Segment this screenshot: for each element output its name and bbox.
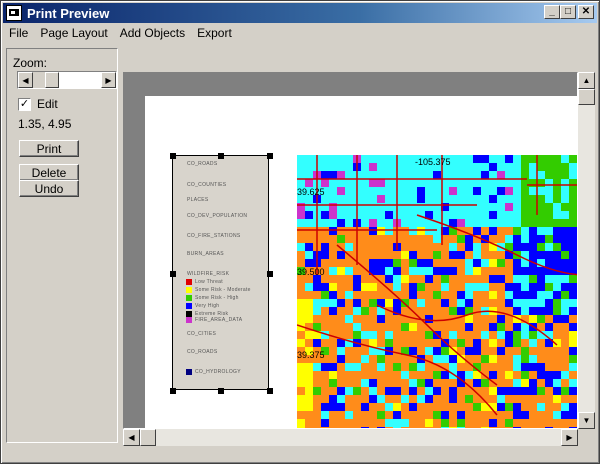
selection-handle[interactable]: [170, 153, 176, 159]
legend-entry: CO_ROADS: [187, 349, 218, 355]
map-coord-label: -105.375: [415, 157, 451, 167]
control-panel: Zoom: ◀ ▶ ✓ Edit 1.35, 4.95 Print Delete…: [6, 48, 118, 443]
delete-button[interactable]: Delete: [19, 164, 79, 181]
legend-entry: CO_ROADS: [187, 161, 218, 167]
legend-entry: CO_COUNTIES: [187, 182, 227, 188]
selection-handle[interactable]: [267, 271, 273, 277]
legend-entry: WILDFIRE_RISK: [187, 271, 230, 277]
edit-label: Edit: [37, 97, 58, 111]
legend-entry: CO_CITIES: [187, 331, 217, 337]
legend-entry: CO_HYDROLOGY: [195, 369, 241, 375]
edit-toggle[interactable]: ✓ Edit: [18, 97, 58, 111]
page-sheet: CO_ROADS CO_COUNTIES PLACES CO_DEV_POPULATI…: [145, 96, 577, 428]
legend-swatch: [186, 303, 192, 309]
legend-entry: BURN_AREAS: [187, 251, 224, 257]
map-coord-label: 39.375: [297, 350, 325, 360]
selection-handle[interactable]: [218, 388, 224, 394]
legend-swatch: [186, 279, 192, 285]
title-bar[interactable]: Print Preview _ □ ✕: [3, 3, 597, 23]
legend-entry: PLACES: [187, 197, 209, 203]
undo-button[interactable]: Undo: [19, 180, 79, 197]
edit-checkbox[interactable]: ✓: [18, 97, 31, 111]
selection-handle[interactable]: [267, 388, 273, 394]
map-coord-label: 39.625: [297, 187, 325, 197]
map-coord-label: 39.500: [297, 267, 325, 277]
legend-entry: Low Threat: [195, 279, 223, 285]
slider-left-arrow-icon[interactable]: ◀: [18, 72, 33, 88]
scroll-right-icon[interactable]: ▶: [561, 429, 578, 446]
scrollbar-corner: [578, 429, 595, 446]
menu-add-objects[interactable]: Add Objects: [114, 26, 191, 40]
window-title: Print Preview: [27, 5, 110, 21]
close-button[interactable]: ✕: [578, 5, 594, 19]
preview-area: CO_ROADS CO_COUNTIES PLACES CO_DEV_POPULATI…: [123, 72, 595, 446]
slider-right-arrow-icon[interactable]: ▶: [101, 72, 116, 88]
preview-viewport[interactable]: CO_ROADS CO_COUNTIES PLACES CO_DEV_POPULATI…: [123, 72, 578, 429]
scroll-up-icon[interactable]: ▲: [578, 72, 595, 89]
selection-handle[interactable]: [218, 153, 224, 159]
menu-page-layout[interactable]: Page Layout: [34, 26, 113, 40]
legend-entry: Some Risk - Moderate: [195, 287, 251, 293]
selection-handle[interactable]: [170, 388, 176, 394]
zoom-slider-thumb[interactable]: [45, 72, 59, 88]
vertical-scroll-thumb[interactable]: [578, 89, 595, 105]
minimize-button[interactable]: _: [544, 5, 560, 19]
print-preview-window: Print Preview _ □ ✕ File Page Layout Add…: [0, 0, 600, 464]
cursor-coordinates: 1.35, 4.95: [18, 117, 72, 131]
legend-entry: Very High: [195, 303, 220, 309]
window-controls: _ □ ✕: [544, 5, 594, 19]
legend-swatch: [186, 295, 192, 301]
legend-swatch: [186, 369, 192, 375]
horizontal-scrollbar[interactable]: ◀ ▶: [123, 429, 578, 446]
menu-export[interactable]: Export: [191, 26, 238, 40]
slider-track: [33, 72, 45, 88]
legend-entry: FIRE_AREA_DATA: [195, 317, 243, 323]
legend-entry: CO_DEV_POPULATION: [187, 213, 248, 219]
menu-file[interactable]: File: [3, 26, 34, 40]
zoom-label: Zoom:: [13, 56, 48, 70]
scroll-left-icon[interactable]: ◀: [123, 429, 140, 446]
scroll-down-icon[interactable]: ▼: [578, 412, 595, 429]
maximize-button[interactable]: □: [560, 5, 576, 19]
legend-entry: Some Risk - High: [195, 295, 239, 301]
menu-bar: File Page Layout Add Objects Export: [3, 24, 238, 42]
zoom-slider[interactable]: ◀ ▶: [17, 71, 117, 89]
map-frame[interactable]: 39.625 -105.375 39.500 39.375: [297, 155, 577, 428]
legend-object[interactable]: CO_ROADS CO_COUNTIES PLACES CO_DEV_POPULATI…: [170, 153, 273, 394]
legend-entry: CO_FIRE_STATIONS: [187, 233, 241, 239]
vertical-scrollbar[interactable]: ▲ ▼: [578, 72, 595, 429]
selection-handle[interactable]: [267, 153, 273, 159]
print-button[interactable]: Print: [19, 140, 79, 157]
legend-swatch: [186, 287, 192, 293]
map-raster: [297, 155, 577, 428]
selection-handle[interactable]: [170, 271, 176, 277]
legend-swatch: [186, 317, 192, 323]
app-icon: [6, 5, 22, 21]
horizontal-scroll-thumb[interactable]: [140, 429, 156, 446]
